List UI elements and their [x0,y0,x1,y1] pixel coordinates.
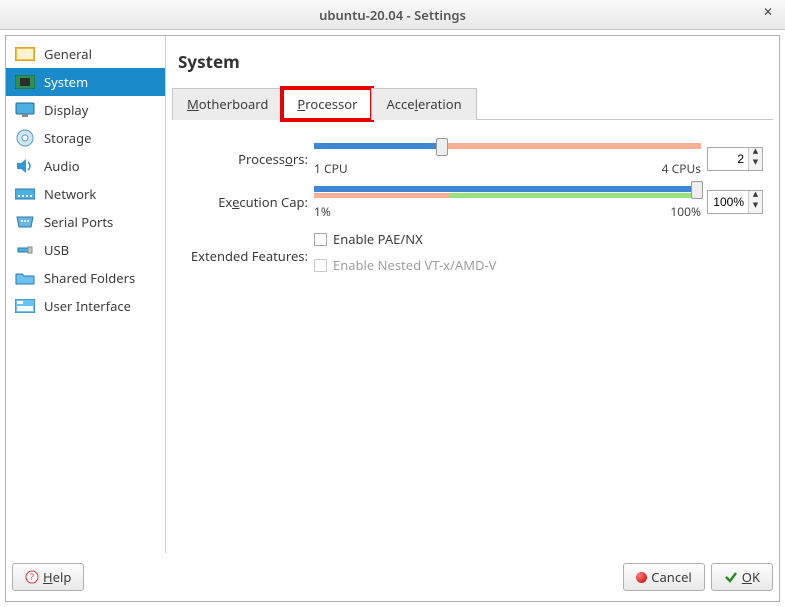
tab-processor[interactable]: Processor [282,88,372,120]
sidebar-item-label: Storage [44,129,91,147]
cancel-label: Cancel [651,568,691,586]
dialog-footer: ? Help Cancel OK [6,553,779,601]
general-icon [14,46,36,62]
sidebar-item-display[interactable]: Display [6,96,165,124]
checkbox-label: Enable Nested VT-x/AMD-V [333,256,496,274]
titlebar: ubuntu-20.04 - Settings × [0,0,785,30]
upper-area: General System Display [6,36,779,553]
ok-icon [724,570,738,584]
sidebar-item-label: Serial Ports [44,213,113,231]
extended-features-label: Extended Features: [182,247,314,265]
sidebar-item-general[interactable]: General [6,40,165,68]
help-icon: ? [25,570,39,584]
processors-value-input[interactable] [708,148,748,170]
processors-min-label: 1 CPU [314,160,348,177]
page-title: System [178,50,773,73]
window-close-button[interactable]: × [759,4,777,22]
tab-acceleration[interactable]: Acceleration [371,88,476,120]
system-icon [14,74,36,90]
sidebar-item-label: Audio [44,157,80,175]
tab-motherboard[interactable]: Motherboard [172,88,283,120]
checkbox-icon [314,259,327,272]
processors-max-label: 4 CPUs [662,160,701,177]
slider-thumb[interactable] [436,138,448,156]
sidebar-item-usb[interactable]: USB [6,236,165,264]
extended-features-row: Extended Features: Enable PAE/NX Enable … [182,230,763,282]
execution-cap-row: Execution Cap: 1% 100% [182,183,763,220]
sidebar-item-user-interface[interactable]: User Interface [6,292,165,320]
enable-pae-nx-checkbox[interactable]: Enable PAE/NX [314,230,763,248]
usb-icon [14,242,36,258]
shared-folders-icon [14,270,36,286]
tabs-row: Motherboard Processor Acceleration [172,87,773,120]
sidebar-item-network[interactable]: Network [6,180,165,208]
sidebar-item-audio[interactable]: Audio [6,152,165,180]
enable-nested-vt-checkbox: Enable Nested VT-x/AMD-V [314,256,763,274]
slider-thumb[interactable] [691,181,703,199]
ok-button[interactable]: OK [711,563,773,591]
spin-down-button[interactable]: ▼ [749,202,762,213]
cancel-icon [636,572,647,583]
sidebar-item-shared-folders[interactable]: Shared Folders [6,264,165,292]
serial-ports-icon [14,214,36,230]
settings-sidebar: General System Display [6,36,166,553]
processors-row: Processors: 1 CPU 4 CPUs [182,140,763,177]
display-icon [14,102,36,118]
content-area: General System Display [5,35,780,602]
audio-icon [14,158,36,174]
processors-label: Processors: [182,150,314,168]
execution-cap-spinbox[interactable]: ▲ ▼ [707,190,763,214]
exec-cap-min-label: 1% [314,203,331,220]
execution-cap-value-input[interactable] [708,191,748,213]
checkbox-icon [314,233,327,246]
sidebar-item-label: General [44,45,92,63]
tab-processor-body: Processors: 1 CPU 4 CPUs [172,120,773,308]
user-interface-icon [14,298,36,314]
network-icon [14,186,36,202]
sidebar-item-system[interactable]: System [6,68,165,96]
execution-cap-label: Execution Cap: [182,193,314,211]
spin-down-button[interactable]: ▼ [749,159,762,170]
svg-text:?: ? [30,570,34,583]
sidebar-item-serial-ports[interactable]: Serial Ports [6,208,165,236]
sidebar-item-label: Display [44,101,88,119]
sidebar-item-label: System [44,73,88,91]
sidebar-item-label: Shared Folders [44,269,135,287]
cancel-button[interactable]: Cancel [623,563,704,591]
spin-up-button[interactable]: ▲ [749,148,762,159]
storage-icon [14,130,36,146]
processors-slider[interactable]: 1 CPU 4 CPUs [314,140,701,177]
exec-cap-max-label: 100% [670,203,701,220]
spin-up-button[interactable]: ▲ [749,191,762,202]
window-title: ubuntu-20.04 - Settings [319,6,466,24]
sidebar-item-storage[interactable]: Storage [6,124,165,152]
execution-cap-slider[interactable]: 1% 100% [314,183,701,220]
sidebar-item-label: Network [44,185,96,203]
help-button[interactable]: ? Help [12,563,84,591]
processors-spinbox[interactable]: ▲ ▼ [707,147,763,171]
checkbox-label: Enable PAE/NX [333,230,423,248]
sidebar-item-label: USB [44,241,69,259]
sidebar-item-label: User Interface [44,297,131,315]
main-panel: System Motherboard Processor Acceleratio… [166,36,779,553]
settings-window: ubuntu-20.04 - Settings × General System [0,0,785,607]
